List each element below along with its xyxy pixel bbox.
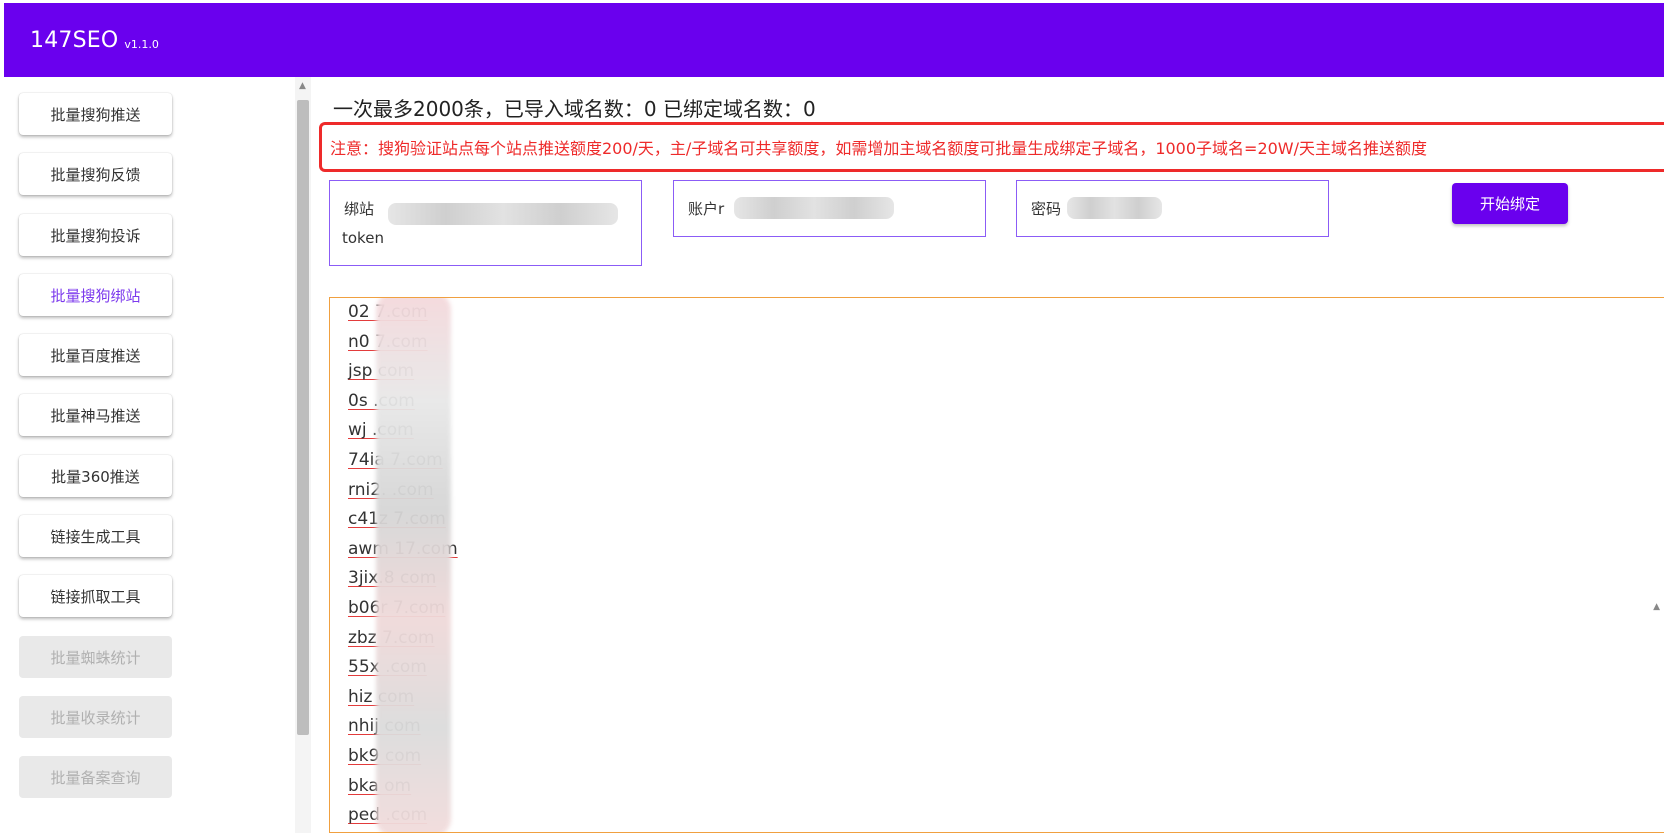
redaction-overlay <box>376 298 451 832</box>
sidebar-item-spider-stats: 批量蜘蛛统计 <box>19 636 172 678</box>
account-label: 账户r <box>688 200 725 218</box>
import-count-status: 一次最多2000条，已导入域名数：0 已绑定域名数：0 <box>333 97 816 121</box>
scroll-up-arrow-icon[interactable]: ▲ <box>299 82 306 91</box>
start-bind-button[interactable]: 开始绑定 <box>1452 183 1568 224</box>
sidebar: 批量搜狗推送 批量搜狗反馈 批量搜狗投诉 批量搜狗绑站 批量百度推送 批量神马推… <box>0 77 275 833</box>
app-title: 147SEO <box>30 27 119 53</box>
sidebar-item-sogou-bind[interactable]: 批量搜狗绑站 <box>19 274 172 316</box>
sidebar-item-icp-lookup: 批量备案查询 <box>19 756 172 798</box>
app-header: 147SEO v1.1.0 <box>4 3 1664 77</box>
sidebar-item-label: 链接生成工具 <box>50 527 141 546</box>
sidebar-scrollbar-thumb[interactable] <box>297 100 309 735</box>
app-version: v1.1.0 <box>124 37 159 51</box>
token-label: 绑站 <box>344 200 375 218</box>
account-input[interactable]: 账户r <box>673 180 986 237</box>
sidebar-item-label: 批量收录统计 <box>50 708 141 727</box>
sidebar-item-360-push[interactable]: 批量360推送 <box>19 455 172 497</box>
sidebar-item-label: 批量搜狗绑站 <box>50 286 141 305</box>
sidebar-item-label: 批量百度推送 <box>50 346 141 365</box>
sidebar-item-index-stats: 批量收录统计 <box>19 696 172 738</box>
sidebar-item-link-crawler[interactable]: 链接抓取工具 <box>19 575 172 617</box>
sidebar-item-label: 批量备案查询 <box>50 768 141 787</box>
sidebar-item-sogou-complaint[interactable]: 批量搜狗投诉 <box>19 214 172 256</box>
sidebar-item-label: 批量360推送 <box>51 467 140 486</box>
password-input[interactable]: 密码 <box>1016 180 1329 237</box>
token-input[interactable]: 绑站 token <box>329 180 642 266</box>
redacted-value <box>388 203 618 225</box>
notice-banner: 注意：搜狗验证站点每个站点推送额度200/天，主/子域名可共享额度，如需增加主域… <box>319 122 1664 172</box>
sidebar-item-label: 批量蜘蛛统计 <box>50 648 141 667</box>
sidebar-item-label: 批量搜狗推送 <box>50 105 141 124</box>
sidebar-item-label: 批量搜狗反馈 <box>50 165 141 184</box>
sidebar-item-label: 批量搜狗投诉 <box>50 226 141 245</box>
sidebar-item-shenma-push[interactable]: 批量神马推送 <box>19 394 172 436</box>
sidebar-item-label: 链接抓取工具 <box>50 587 141 606</box>
sidebar-item-link-generator[interactable]: 链接生成工具 <box>19 515 172 557</box>
sidebar-item-label: 批量神马推送 <box>50 406 141 425</box>
notice-text: 注意：搜狗验证站点每个站点推送额度200/天，主/子域名可共享额度，如需增加主域… <box>330 139 1428 158</box>
sidebar-item-baidu-push[interactable]: 批量百度推送 <box>19 334 172 376</box>
scroll-up-arrow-icon[interactable]: ▲ <box>1653 602 1660 612</box>
token-label-token: token <box>342 229 384 247</box>
password-label: 密码 <box>1031 200 1062 218</box>
redacted-value <box>1067 197 1162 219</box>
sidebar-item-sogou-feedback[interactable]: 批量搜狗反馈 <box>19 153 172 195</box>
domain-list-textarea[interactable]: 02 7.com n0 7.com jsp com 0s .com wj .co… <box>329 297 1664 833</box>
redacted-value <box>734 197 894 219</box>
sidebar-item-sogou-push[interactable]: 批量搜狗推送 <box>19 93 172 135</box>
